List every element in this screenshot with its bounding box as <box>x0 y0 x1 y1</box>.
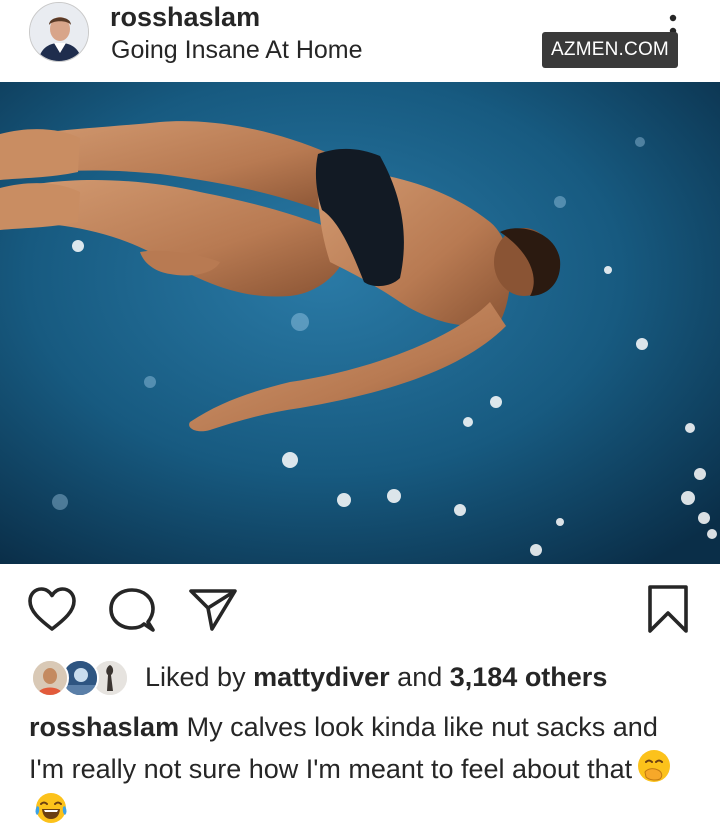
likes-row: Liked by mattydiver and 3,184 others <box>0 650 720 706</box>
avatar[interactable] <box>29 2 89 62</box>
post-header: rosshaslam Going Insane At Home AZMEN.CO… <box>0 0 720 82</box>
liker-username[interactable]: mattydiver <box>253 662 390 692</box>
profile-picture <box>30 3 88 61</box>
bookmark-icon[interactable] <box>647 584 689 634</box>
hand-over-mouth-emoji <box>638 750 671 782</box>
watermark: AZMEN.COM <box>542 32 678 68</box>
liker-avatars[interactable] <box>31 659 131 697</box>
liker-avatar <box>31 659 69 697</box>
tears-of-joy-emoji <box>35 793 67 823</box>
likes-joiner: and <box>397 662 443 692</box>
username[interactable]: rosshaslam <box>110 2 260 33</box>
comment-icon[interactable] <box>108 586 156 634</box>
action-bar <box>0 564 720 650</box>
likes-prefix: Liked by <box>145 662 246 692</box>
likes-summary[interactable]: Liked by mattydiver and 3,184 others <box>145 662 607 693</box>
post-photo[interactable] <box>0 82 720 564</box>
heart-icon[interactable] <box>27 586 77 632</box>
diver-photo <box>0 82 720 564</box>
likes-others-count[interactable]: 3,184 others <box>450 662 608 692</box>
caption-author[interactable]: rosshaslam <box>29 712 179 742</box>
location-link[interactable]: Going Insane At Home <box>111 36 363 65</box>
paper-plane-icon[interactable] <box>188 586 238 632</box>
post-caption: rosshaslam My calves look kinda like nut… <box>29 707 699 829</box>
